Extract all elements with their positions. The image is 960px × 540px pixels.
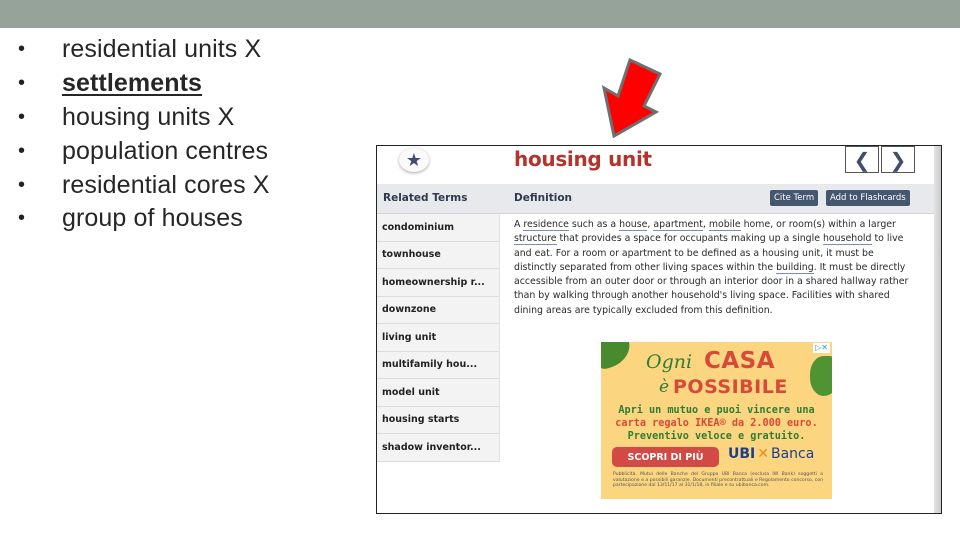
bullet-dot: • [18, 139, 26, 162]
related-term-item[interactable]: model unit [377, 379, 499, 407]
leaf-decoration [601, 342, 635, 372]
bullet-dot: • [18, 72, 26, 95]
bullet-list: • residential units X • settlements • ho… [18, 33, 270, 236]
logo-text: Banca [770, 446, 815, 462]
ad-headline-script: è [659, 377, 670, 397]
advertisement-banner[interactable]: ▷✕ Ogni CASA è POSSIBILE Apri un mutuo e… [601, 342, 832, 499]
bullet-item: • residential units X [18, 33, 270, 67]
section-header-bar: Related Terms Definition Cite Term Add t… [377, 184, 936, 214]
bullet-dot: • [18, 173, 26, 196]
definition-link[interactable]: residence [523, 219, 569, 231]
ad-headline-bold: CASA [704, 348, 776, 374]
bullet-text: housing units X [62, 102, 235, 131]
definition-heading: Definition [514, 192, 573, 204]
bullet-item: • housing units X [18, 101, 270, 135]
definition-link[interactable]: apartment [653, 219, 703, 231]
previous-term-button[interactable]: ❮ [845, 146, 879, 173]
logo-text: UBI [728, 446, 756, 462]
related-term-item[interactable]: townhouse [377, 242, 499, 269]
related-term-item[interactable]: condominium [377, 214, 499, 242]
definition-fragment: home, or room(s) within a larger [740, 219, 896, 230]
definition-link[interactable]: house [619, 219, 648, 231]
bullet-dot: • [18, 207, 26, 230]
bullet-dot: • [18, 38, 26, 61]
bullet-text: group of houses [62, 204, 243, 233]
favorite-star-icon[interactable]: ★ [399, 148, 429, 172]
bullet-text: population centres [62, 136, 269, 165]
definition-link[interactable]: structure [514, 233, 557, 246]
bullet-text-highlighted: settlements [62, 69, 203, 98]
slide-header-bar [0, 0, 960, 28]
bullet-dot: • [18, 105, 26, 128]
ad-headline-bold: POSSIBILE [673, 376, 788, 398]
ad-choices-icon[interactable]: ▷✕ [813, 343, 830, 353]
add-to-flashcards-button[interactable]: Add to Flashcards [826, 190, 910, 206]
definition-text: A residence such as a house, apartment, … [514, 218, 919, 318]
scrollbar[interactable] [934, 146, 941, 513]
definition-fragment: , [702, 219, 709, 230]
related-terms-list: condominium townhouse homeownership r...… [377, 214, 500, 462]
bullet-item: • population centres [18, 134, 270, 168]
definition-fragment: that provides a space for occupants maki… [556, 233, 823, 245]
bullet-text: residential cores X [62, 170, 270, 199]
definition-link[interactable]: household [822, 233, 872, 246]
definition-link[interactable]: building [776, 261, 814, 274]
term-header: ★ housing unit ❮ ❯ [377, 146, 936, 184]
dictionary-screenshot: ★ housing unit ❮ ❯ Related Terms Definit… [376, 145, 942, 514]
definition-fragment: A [514, 219, 524, 230]
definition-fragment: such as a [568, 219, 620, 230]
ad-fine-print: Pubblicità. Mutui delle Banche del Grupp… [613, 472, 823, 489]
leaf-decoration [810, 356, 832, 396]
ad-headline-script: Ogni [646, 351, 693, 373]
bullet-item: • settlements [18, 67, 270, 101]
related-terms-heading: Related Terms [383, 192, 468, 204]
red-arrow-icon [601, 58, 663, 138]
ad-copy-line: Preventivo veloce e gratuito. [627, 431, 806, 442]
term-title: housing unit [514, 147, 652, 171]
ubi-banca-logo: UBI ✕ Banca [728, 446, 814, 462]
related-term-item[interactable]: multifamily hou... [377, 352, 499, 379]
ad-copy-line: Apri un mutuo e puoi vincere una [618, 405, 815, 416]
bullet-text: residential units X [62, 35, 262, 64]
next-term-button[interactable]: ❯ [881, 146, 915, 173]
bullet-item: • residential cores X [18, 168, 270, 202]
ad-cta-button[interactable]: SCOPRI DI PIÙ [612, 447, 719, 467]
related-term-item[interactable]: housing starts [377, 407, 499, 434]
cite-term-button[interactable]: Cite Term [770, 190, 819, 206]
related-term-item[interactable]: downzone [377, 297, 499, 324]
logo-mark-icon: ✕ [757, 446, 769, 462]
bullet-item: • group of houses [18, 202, 270, 236]
ad-copy-line: carta regalo IKEA® da 2.000 euro. [615, 418, 818, 429]
related-term-item[interactable]: homeownership r... [377, 269, 499, 297]
definition-link[interactable]: mobile [708, 219, 741, 231]
related-term-item[interactable]: shadow inventor... [377, 434, 499, 462]
related-term-item[interactable]: living unit [377, 324, 499, 352]
